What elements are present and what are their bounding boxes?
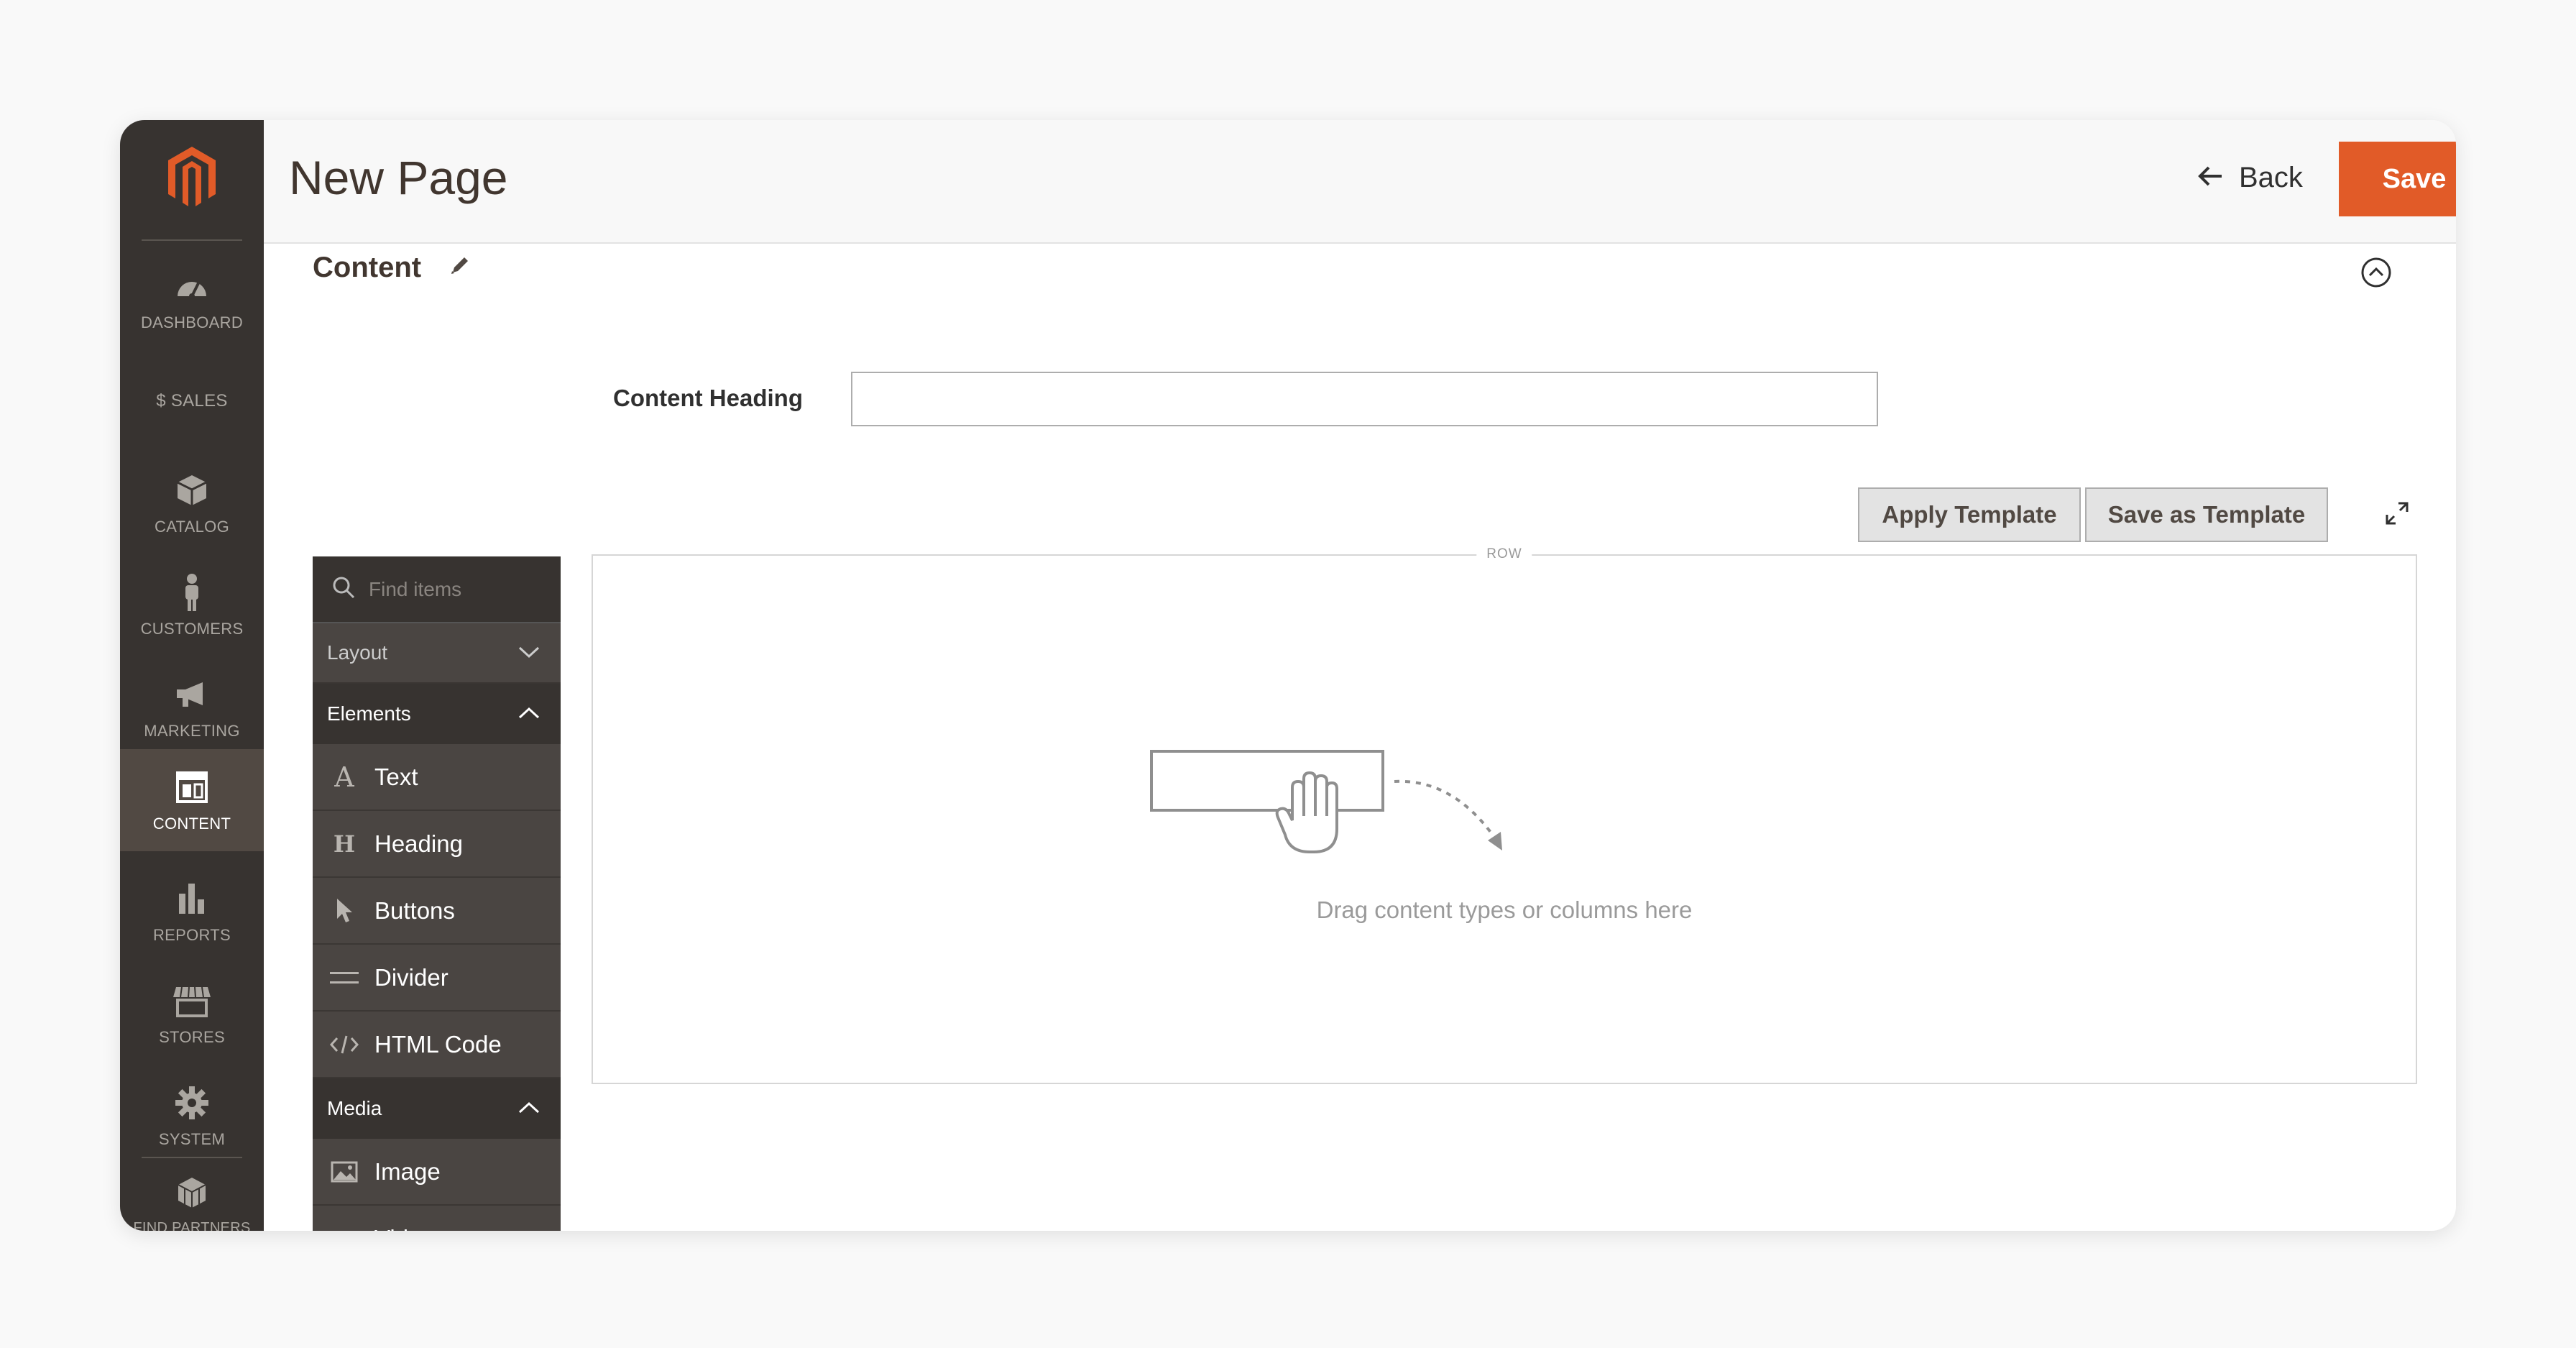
menu-item-reports[interactable]: Reports — [120, 861, 264, 963]
bar-chart-icon — [172, 879, 212, 919]
element-image[interactable]: Image — [313, 1139, 561, 1206]
drag-hand-icon — [1150, 750, 1502, 853]
content-types-panel: Find items Layout Elements A Text H Head… — [313, 556, 561, 1231]
search-icon — [331, 575, 356, 603]
element-buttons[interactable]: Buttons — [313, 878, 561, 945]
menu-item-catalog[interactable]: Catalog — [120, 452, 264, 554]
element-video[interactable]: Video — [313, 1206, 561, 1231]
menu-label-catalog: Catalog — [155, 518, 229, 536]
menu-label-marketing: Marketing — [144, 722, 240, 740]
element-label: Text — [374, 763, 418, 790]
apply-template-button[interactable]: Apply Template — [1858, 487, 2081, 542]
chevron-up-icon — [518, 702, 540, 725]
menu-item-sales[interactable]: $ Sales — [120, 350, 264, 452]
group-media-label: Media — [327, 1097, 382, 1119]
person-icon — [172, 572, 212, 613]
text-icon: A — [334, 761, 354, 793]
chevron-down-icon — [518, 641, 540, 664]
element-label: HTML Code — [374, 1030, 502, 1058]
arrow-left-icon — [2197, 162, 2223, 194]
content-heading-input[interactable] — [851, 372, 1878, 426]
menu-label-stores: Stores — [159, 1028, 225, 1046]
menu-item-customers[interactable]: Customers — [120, 554, 264, 656]
video-icon — [328, 1223, 360, 1232]
menu-item-system[interactable]: System — [120, 1065, 264, 1167]
element-divider[interactable]: Divider — [313, 945, 561, 1012]
menu-label-find-partners: Find Partners — [133, 1220, 251, 1231]
menu-label-system: System — [158, 1130, 226, 1148]
menu-item-dashboard[interactable]: Dashboard — [120, 248, 264, 350]
megaphone-icon — [172, 674, 212, 715]
magento-logo-icon — [168, 147, 216, 206]
page-builder-stage[interactable]: ROW Drag content types or columns here — [592, 546, 2417, 1084]
menu-label-customers: Customers — [140, 620, 244, 638]
code-icon — [328, 1029, 360, 1060]
save-button-group: Save — [2339, 142, 2456, 216]
gear-icon — [172, 1083, 212, 1123]
element-heading[interactable]: H Heading — [313, 811, 561, 878]
group-layout-label: Layout — [327, 641, 388, 664]
panel-search[interactable]: Find items — [313, 556, 561, 623]
menu-label-sales: $ Sales — [156, 390, 228, 411]
box-icon — [172, 470, 212, 510]
cubes-icon — [172, 1173, 212, 1213]
element-label: Buttons — [374, 897, 455, 924]
back-button[interactable]: Back — [2197, 162, 2303, 194]
menu-item-content[interactable]: Content — [120, 749, 264, 851]
chevron-up-icon — [518, 1097, 540, 1120]
group-elements-label: Elements — [327, 702, 411, 725]
element-text[interactable]: A Text — [313, 744, 561, 811]
expand-icon — [2383, 502, 2411, 531]
page-header: New Page Back Save — [264, 120, 2456, 244]
save-button[interactable]: Save — [2339, 142, 2456, 216]
menu-divider — [142, 239, 242, 241]
element-label: Video — [374, 1225, 435, 1232]
element-label: Heading — [374, 830, 463, 857]
element-label: Image — [374, 1157, 441, 1185]
drop-illustration — [1150, 750, 1524, 897]
menu-label-content: Content — [152, 815, 231, 833]
content-section-header[interactable]: Content — [313, 252, 472, 284]
search-input-placeholder[interactable]: Find items — [369, 578, 461, 601]
section-title: Content — [313, 252, 422, 283]
speedometer-icon — [172, 266, 212, 306]
chevron-up-circle-icon — [2360, 257, 2392, 291]
row-label: ROW — [1476, 546, 1532, 562]
storefront-icon — [172, 981, 212, 1021]
heading-icon: H — [333, 830, 356, 858]
menu-label-dashboard: Dashboard — [140, 313, 244, 331]
menu-item-marketing[interactable]: Marketing — [120, 656, 264, 758]
save-as-template-button[interactable]: Save as Template — [2085, 487, 2328, 542]
menu-item-find-partners[interactable]: Find Partners — [120, 1155, 264, 1231]
image-icon — [328, 1156, 360, 1188]
cursor-icon — [328, 895, 360, 927]
back-label: Back — [2239, 162, 2303, 193]
admin-window: Dashboard $ Sales Catalog Customers Mark… — [120, 120, 2456, 1231]
group-elements[interactable]: Elements — [313, 684, 561, 744]
element-html-code[interactable]: HTML Code — [313, 1012, 561, 1078]
element-label: Divider — [374, 963, 448, 991]
menu-label-reports: Reports — [152, 926, 231, 944]
group-layout[interactable]: Layout — [313, 623, 561, 684]
admin-sidebar: Dashboard $ Sales Catalog Customers Mark… — [120, 120, 264, 1231]
divider-icon — [328, 962, 360, 994]
content-heading-label: Content Heading — [613, 385, 803, 411]
layout-icon — [172, 767, 212, 807]
section-collapse-button[interactable] — [2360, 257, 2392, 288]
group-media[interactable]: Media — [313, 1078, 561, 1139]
drop-hint-text: Drag content types or columns here — [1316, 897, 1693, 923]
page-title: New Page — [289, 151, 508, 204]
magento-logo[interactable] — [120, 120, 264, 235]
menu-item-stores[interactable]: Stores — [120, 963, 264, 1065]
fullscreen-button[interactable] — [2383, 499, 2414, 531]
pencil-icon[interactable] — [448, 252, 472, 284]
